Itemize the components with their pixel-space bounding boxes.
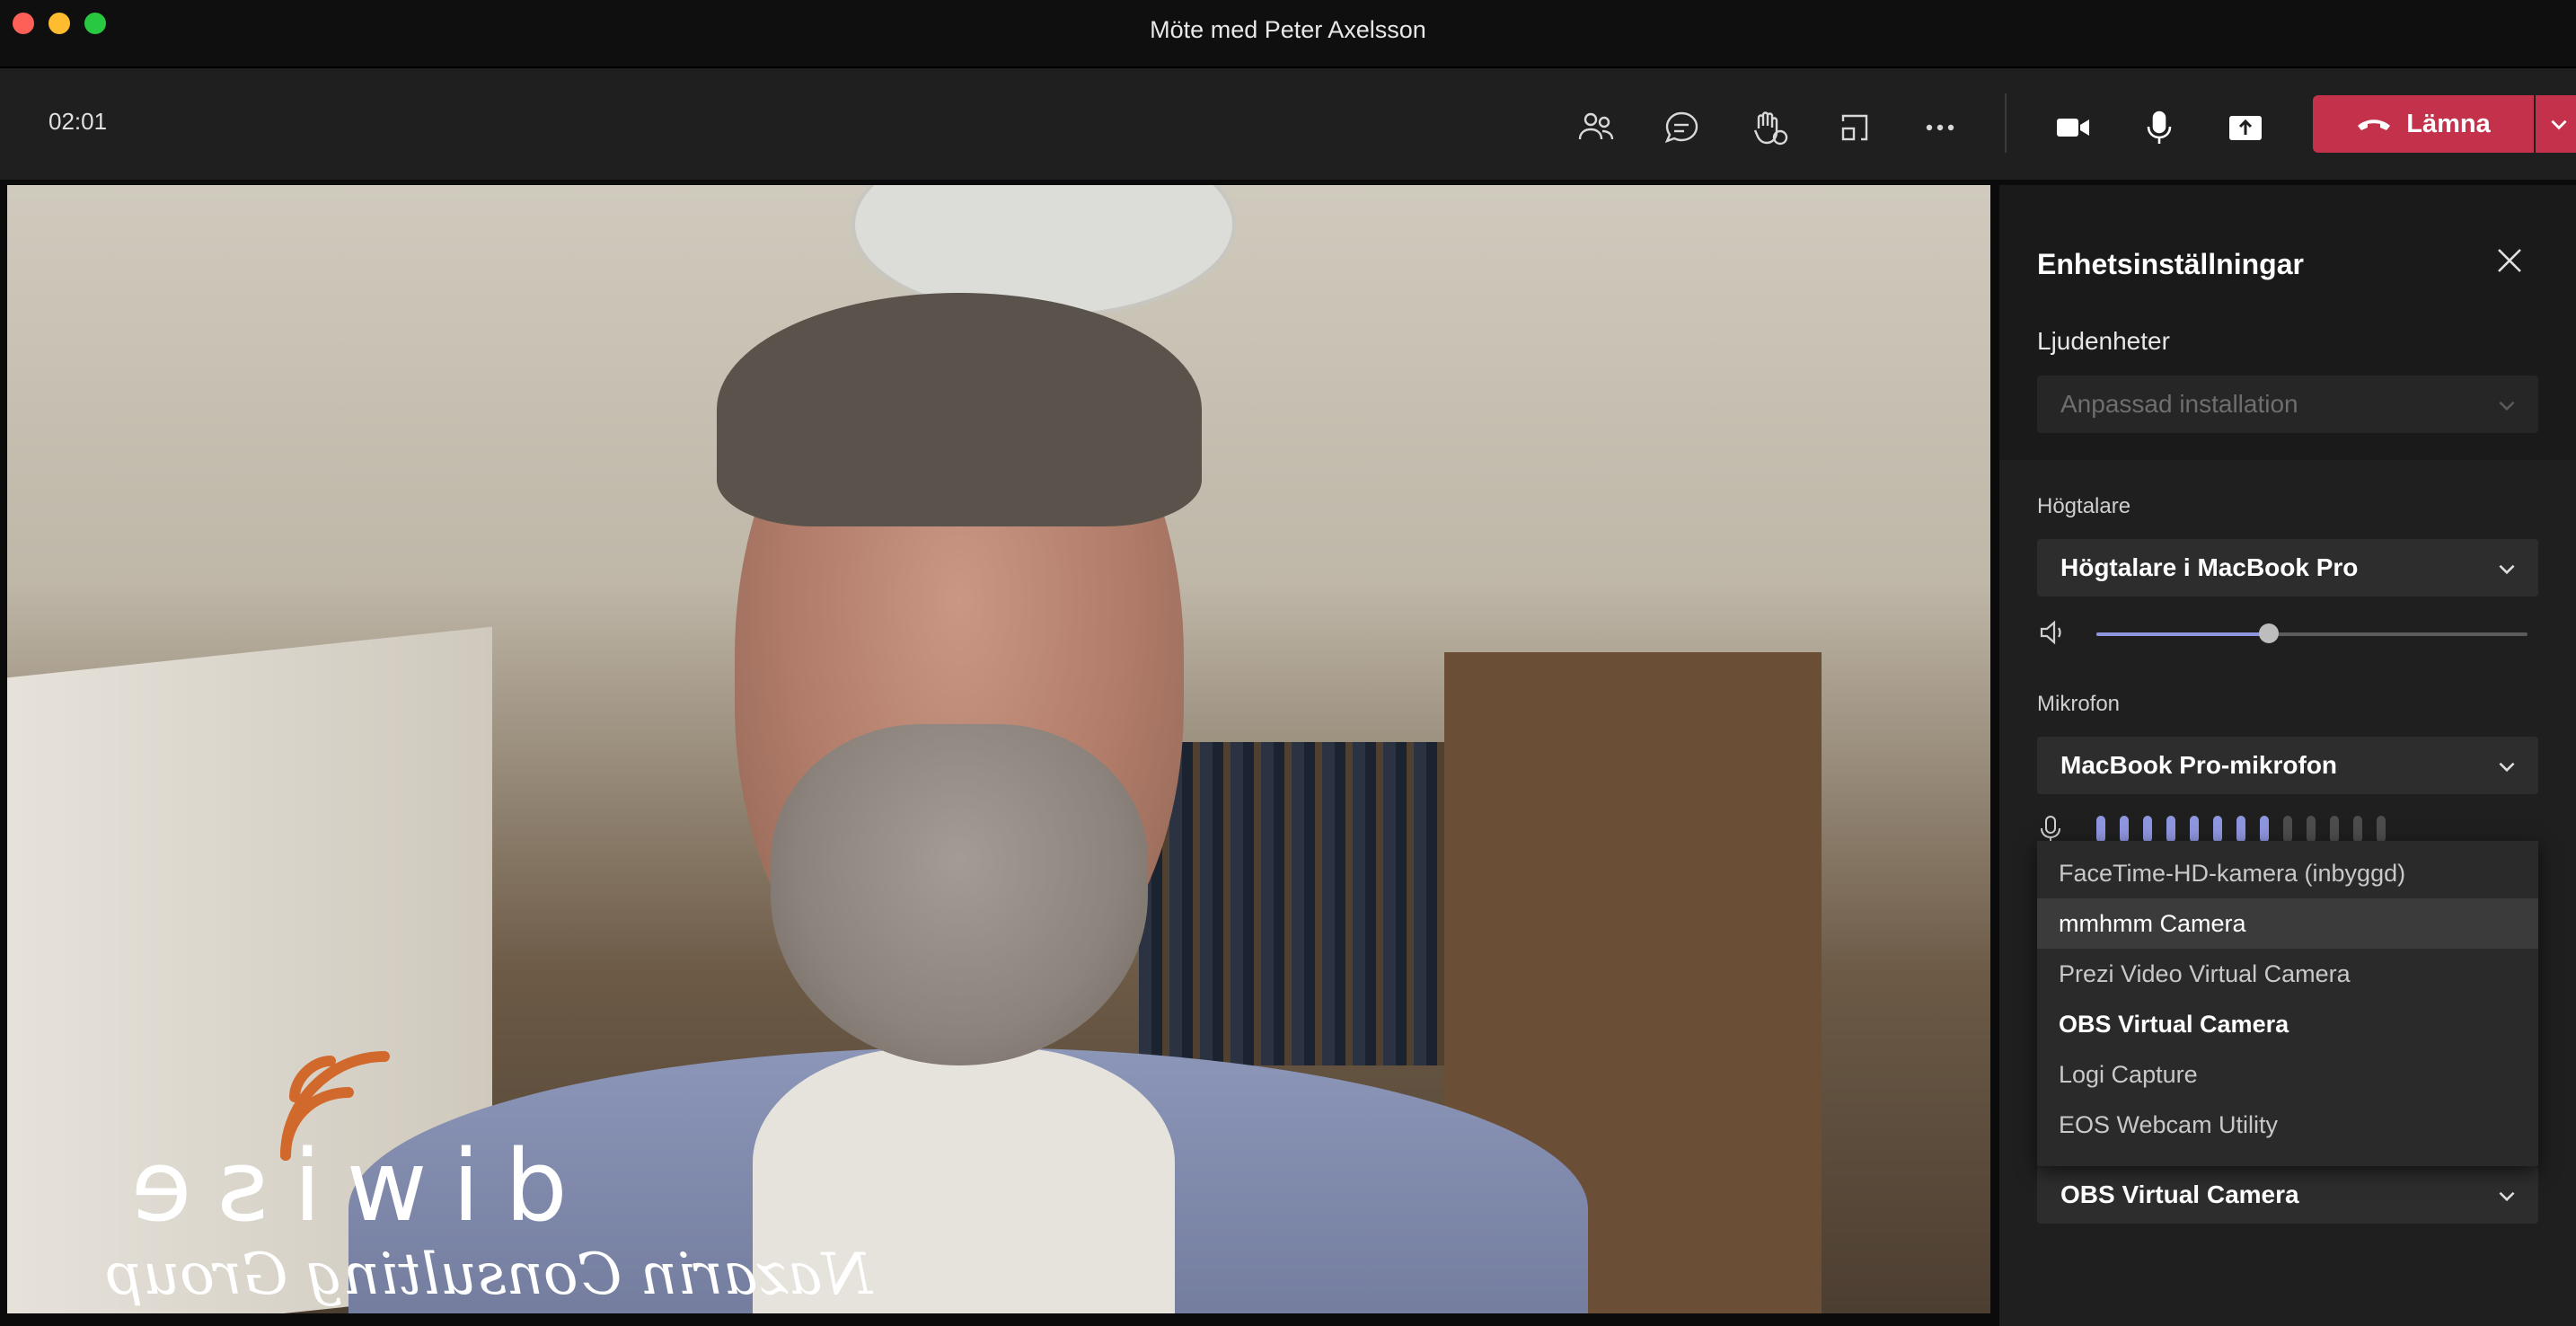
camera-toggle-button[interactable] bbox=[2044, 99, 2102, 156]
microphone-label: Mikrofon bbox=[2037, 692, 2121, 716]
leave-button[interactable]: Lämna bbox=[2313, 95, 2534, 153]
chevron-down-icon bbox=[2551, 119, 2567, 130]
audio-devices-value: Anpassad installation bbox=[2060, 390, 2298, 418]
speaker-volume-slider[interactable] bbox=[2096, 623, 2527, 643]
microphone-level-bar bbox=[2190, 816, 2199, 843]
chat-icon bbox=[1664, 111, 1698, 144]
microphone-level-bar bbox=[2260, 816, 2269, 843]
phone-hangup-icon bbox=[2358, 119, 2391, 130]
camera-option[interactable]: Logi Capture bbox=[2037, 1049, 2538, 1100]
microphone-level-meter bbox=[2096, 816, 2386, 843]
chevron-down-icon bbox=[2499, 762, 2515, 773]
camera-select[interactable]: OBS Virtual Camera bbox=[2037, 1166, 2538, 1224]
chevron-down-icon bbox=[2499, 401, 2515, 411]
microphone-level-bar bbox=[2307, 816, 2316, 843]
person-beard bbox=[771, 724, 1148, 1065]
camera-option[interactable]: Prezi Video Virtual Camera bbox=[2037, 949, 2538, 999]
more-horizontal-icon bbox=[1926, 124, 1954, 131]
speaker-select[interactable]: Högtalare i MacBook Pro bbox=[2037, 539, 2538, 597]
title-bar: Möte med Peter Axelsson bbox=[0, 0, 2576, 68]
reaction-hand-icon bbox=[1753, 111, 1788, 146]
leave-label: Lämna bbox=[2406, 109, 2491, 138]
speaker-label: Högtalare bbox=[2037, 494, 2131, 518]
participant-video: diwise Nazarin Consulting Group bbox=[7, 185, 1990, 1313]
video-camera-icon bbox=[2057, 119, 2089, 137]
chat-button[interactable] bbox=[1653, 99, 1710, 156]
audio-devices-label: Ljudenheter bbox=[2037, 327, 2170, 355]
camera-option[interactable]: OBS Virtual Camera bbox=[2037, 999, 2538, 1049]
participants-icon bbox=[1578, 112, 1614, 140]
raise-hand-button[interactable] bbox=[1740, 99, 1797, 156]
chevron-down-icon bbox=[2499, 1191, 2515, 1202]
rooms-icon bbox=[1841, 114, 1868, 141]
toolbar-divider bbox=[2005, 93, 2007, 153]
microphone-select[interactable]: MacBook Pro-mikrofon bbox=[2037, 737, 2538, 794]
speaker-volume-fill bbox=[2096, 632, 2269, 636]
camera-option[interactable]: EOS Webcam Utility bbox=[2037, 1100, 2538, 1150]
microphone-level-bar bbox=[2330, 816, 2339, 843]
camera-value: OBS Virtual Camera bbox=[2060, 1180, 2299, 1208]
microphone-icon bbox=[2147, 110, 2172, 144]
speaker-volume-row bbox=[2037, 613, 2549, 658]
microphone-level-bar bbox=[2143, 816, 2152, 843]
logo-text: diwise bbox=[106, 1128, 568, 1243]
microphone-level-bar bbox=[2166, 816, 2175, 843]
speaker-value: Högtalare i MacBook Pro bbox=[2060, 553, 2359, 581]
camera-dropdown-list: FaceTime-HD-kamera (inbyggd) mmhmm Camera… bbox=[2037, 841, 2538, 1166]
speaker-volume-icon bbox=[2040, 620, 2061, 645]
rooms-button[interactable] bbox=[1826, 99, 1883, 156]
more-actions-button[interactable] bbox=[1911, 99, 1969, 156]
person-hair bbox=[717, 293, 1202, 526]
audio-devices-select: Anpassad installation bbox=[2037, 376, 2538, 433]
microphone-level-bar bbox=[2283, 816, 2292, 843]
microphone-level-bar bbox=[2377, 816, 2386, 843]
microphone-level-bar bbox=[2120, 816, 2129, 843]
logo-tagline: Nazarin Consulting Group bbox=[106, 1242, 873, 1308]
share-screen-button[interactable] bbox=[2217, 99, 2274, 156]
meeting-timer: 02:01 bbox=[49, 108, 108, 135]
microphone-level-bar bbox=[2236, 816, 2245, 843]
diwise-logo: diwise Nazarin Consulting Group bbox=[106, 1039, 968, 1308]
camera-option[interactable]: FaceTime-HD-kamera (inbyggd) bbox=[2037, 848, 2538, 898]
close-icon[interactable] bbox=[2490, 241, 2529, 280]
microphone-value: MacBook Pro-mikrofon bbox=[2060, 751, 2338, 779]
window-title: Möte med Peter Axelsson bbox=[1150, 16, 1426, 43]
leave-options-button[interactable] bbox=[2536, 95, 2576, 153]
meeting-toolbar: 02:01 Lämna bbox=[0, 68, 2576, 180]
microphone-level-bar bbox=[2353, 816, 2362, 843]
share-upload-icon bbox=[2229, 116, 2262, 140]
microphone-level-bar bbox=[2096, 816, 2105, 843]
chevron-down-icon bbox=[2499, 564, 2515, 575]
participants-button[interactable] bbox=[1567, 99, 1625, 156]
microphone-toggle-button[interactable] bbox=[2130, 99, 2188, 156]
microphone-level-bar bbox=[2213, 816, 2222, 843]
camera-option[interactable]: mmhmm Camera bbox=[2037, 898, 2538, 949]
panel-title: Enhetsinställningar bbox=[2037, 248, 2304, 280]
speaker-volume-thumb[interactable] bbox=[2259, 623, 2279, 643]
